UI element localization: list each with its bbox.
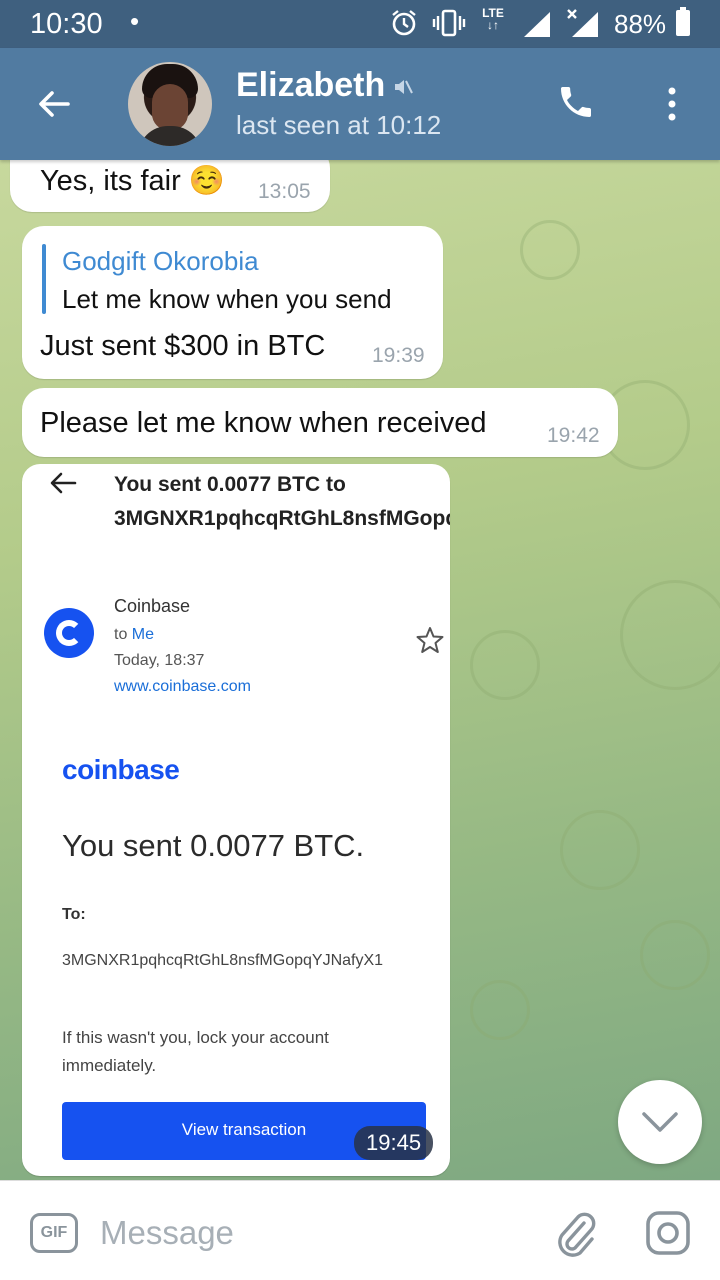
chat-area[interactable]: Yes, its fair ☺️ 13:05 Godgift Okorobia … xyxy=(0,160,720,1180)
email-sender: Coinbase xyxy=(114,596,191,616)
lte-indicator: LTE ↓↑ xyxy=(482,6,504,32)
btc-address: 3MGNXR1pqhcqRtGhL8nsfMGopqYJNafyX1 xyxy=(62,952,384,969)
message-time: 13:05 xyxy=(258,180,311,203)
notification-dot: • xyxy=(130,6,140,36)
message-time: 19:39 xyxy=(372,344,425,367)
back-arrow-icon xyxy=(50,472,77,494)
signal-icon xyxy=(524,12,550,37)
email-recipient: to Me xyxy=(114,626,155,643)
alarm-icon xyxy=(392,10,416,36)
vibrate-icon xyxy=(432,9,466,37)
phone-call-icon[interactable] xyxy=(556,82,596,122)
last-seen-status: last seen at 10:12 xyxy=(236,110,442,140)
contact-avatar[interactable] xyxy=(128,62,212,146)
message-text: Yes, its fair ☺️ xyxy=(40,165,225,197)
status-time: 10:30 xyxy=(30,8,103,40)
muted-icon xyxy=(395,80,413,94)
battery-percent: 88% xyxy=(614,9,667,39)
chat-header: Elizabeth last seen at 10:12 xyxy=(0,48,720,160)
coinbase-wordmark: coinbase xyxy=(62,754,180,785)
scroll-to-bottom-button[interactable] xyxy=(618,1080,702,1164)
reply-quote-bar xyxy=(42,244,46,314)
camera-icon[interactable] xyxy=(644,1209,692,1257)
to-label: To: xyxy=(62,906,86,923)
email-date: Today, 18:37 xyxy=(114,652,205,669)
message-text: Please let me know when received xyxy=(40,407,487,439)
star-icon xyxy=(416,627,444,653)
chevron-down-icon xyxy=(642,1112,678,1132)
message-composer: GIF xyxy=(0,1180,720,1280)
reply-quoted-text[interactable]: Let me know when you send xyxy=(62,284,392,315)
message-bubble[interactable]: Godgift Okorobia Let me know when you se… xyxy=(22,226,443,379)
security-warning: If this wasn't you, lock your account im… xyxy=(62,1028,329,1075)
message-text: Just sent $300 in BTC xyxy=(40,330,326,362)
signal-no-data-icon xyxy=(567,9,598,37)
image-message[interactable]: You sent 0.0077 BTC to 3MGNXR1pqhcqRtGhL… xyxy=(22,464,450,1176)
message-input[interactable] xyxy=(100,1211,520,1255)
contact-name[interactable]: Elizabeth xyxy=(236,66,385,105)
email-headline: You sent 0.0077 BTC. xyxy=(62,828,365,863)
paperclip-icon[interactable] xyxy=(554,1209,598,1257)
message-time: 19:42 xyxy=(547,424,600,447)
battery-icon xyxy=(676,7,690,36)
coinbase-logo-icon xyxy=(44,608,94,658)
message-bubble[interactable]: Yes, its fair ☺️ 13:05 xyxy=(10,160,330,212)
email-sender-url: www.coinbase.com xyxy=(114,678,251,695)
status-bar: 10:30 • LTE ↓↑ 88% xyxy=(0,0,720,48)
message-bubble[interactable]: Please let me know when received 19:42 xyxy=(22,388,618,457)
email-subject: You sent 0.0077 BTC to 3MGNXR1pqhcqRtGhL… xyxy=(114,473,450,530)
more-options-icon[interactable] xyxy=(660,84,684,124)
reply-sender-name[interactable]: Godgift Okorobia xyxy=(62,246,259,277)
gif-button[interactable]: GIF xyxy=(30,1213,78,1253)
back-arrow-icon[interactable] xyxy=(34,84,74,124)
image-message-time: 19:45 xyxy=(354,1126,434,1160)
